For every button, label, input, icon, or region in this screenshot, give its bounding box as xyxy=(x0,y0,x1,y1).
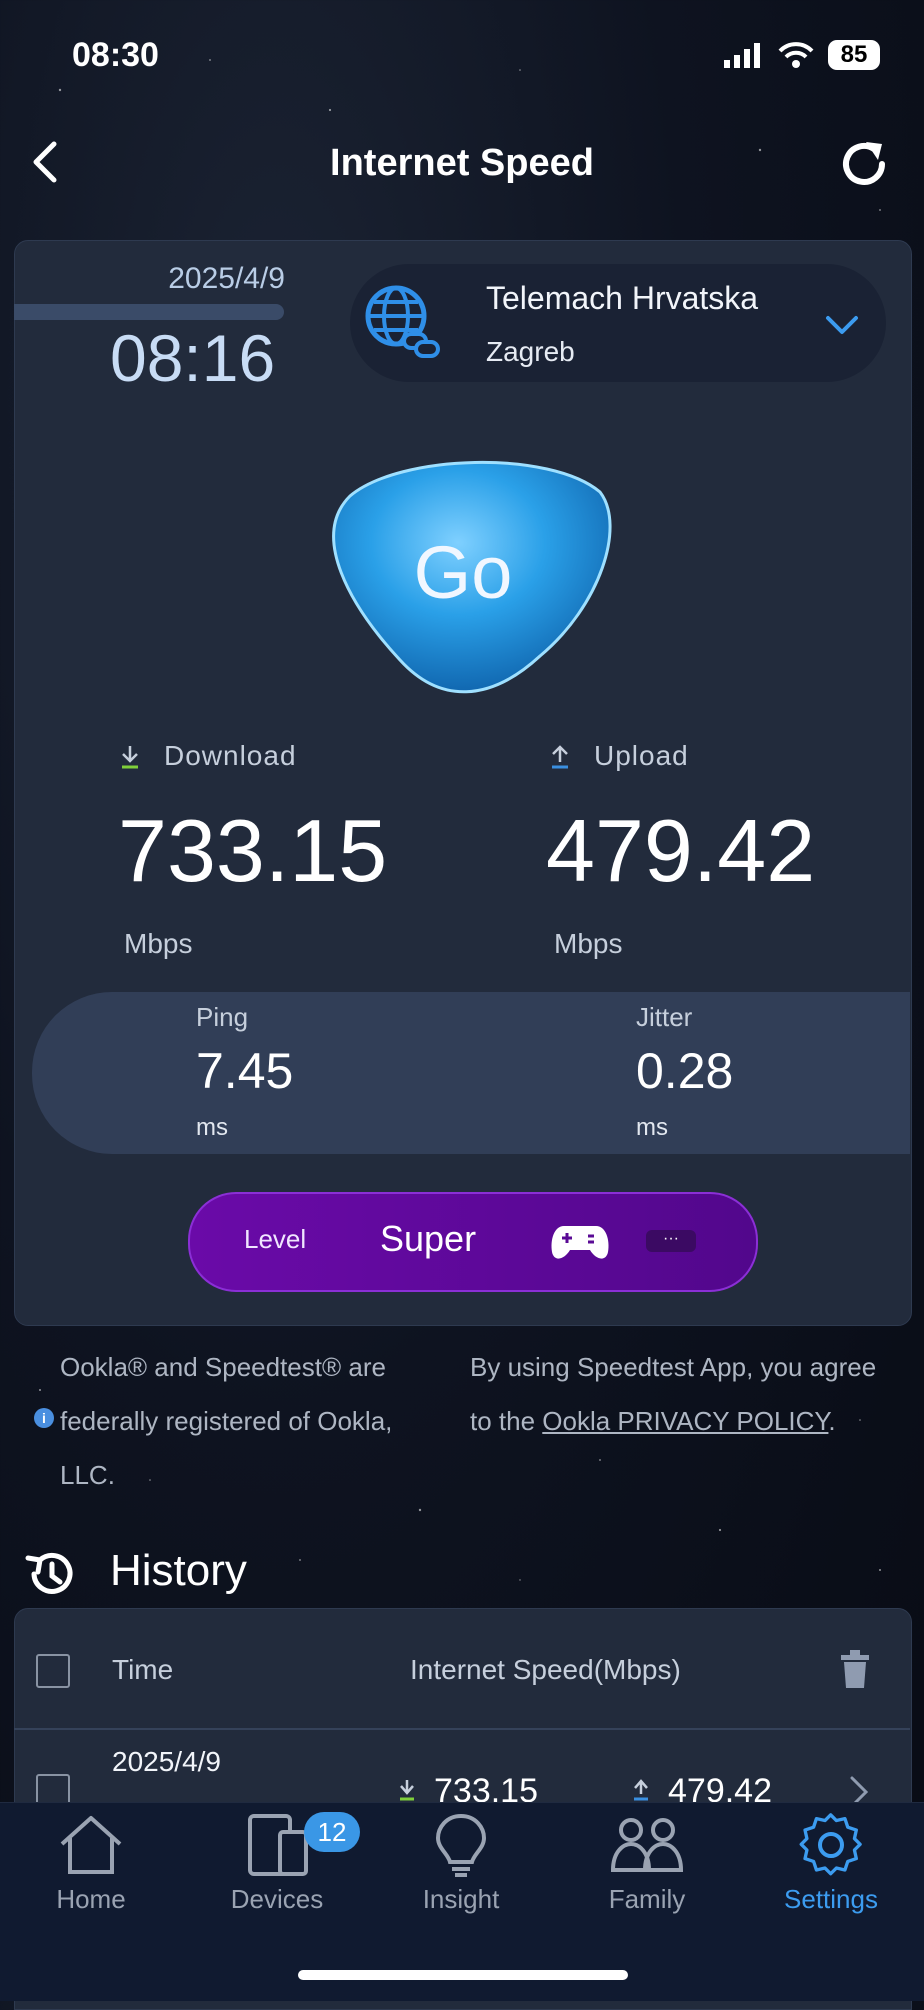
status-time: 08:30 xyxy=(72,36,159,74)
gamepad-icon xyxy=(551,1226,609,1259)
wifi-icon xyxy=(778,42,814,68)
devices-count-badge: 12 xyxy=(304,1812,360,1852)
family-icon xyxy=(610,1818,684,1872)
privacy-note-suffix: . xyxy=(828,1406,836,1436)
page-title: Internet Speed xyxy=(330,142,594,184)
download-unit: Mbps xyxy=(124,928,193,959)
test-time: 08:16 xyxy=(110,321,276,395)
upload-arrow-icon xyxy=(552,745,568,769)
status-icons: 85 xyxy=(724,40,880,70)
history-title: History xyxy=(110,1546,247,1595)
download-arrow-icon xyxy=(400,1780,414,1801)
download-arrow-icon xyxy=(122,746,138,769)
privacy-note: By using Speedtest App, you agree to the… xyxy=(470,1340,890,1448)
ookla-trademark-note: Ookla® and Speedtest® are federally regi… xyxy=(60,1352,393,1490)
jitter-unit: ms xyxy=(636,1114,668,1141)
home-icon xyxy=(60,1816,122,1874)
tab-devices-label: Devices xyxy=(230,1884,324,1914)
more-badge: ··· xyxy=(646,1230,696,1252)
jitter-value: 0.28 xyxy=(636,1043,734,1099)
select-all-checkbox[interactable] xyxy=(36,1654,70,1688)
ping-label: Ping xyxy=(196,1002,249,1032)
upload-arrow-icon xyxy=(634,1779,648,1801)
tab-settings[interactable]: Settings xyxy=(756,1812,906,1962)
gear-icon xyxy=(799,1813,862,1876)
cellular-signal-icon xyxy=(724,43,760,68)
ping-value: 7.45 xyxy=(196,1043,294,1099)
level-value: Super xyxy=(380,1218,477,1259)
tab-home-label: Home xyxy=(56,1884,126,1914)
table-header-divider xyxy=(14,1728,910,1730)
ping-unit: ms xyxy=(196,1114,228,1141)
date-divider xyxy=(14,304,284,320)
privacy-policy-link[interactable]: Ookla PRIVACY POLICY xyxy=(542,1406,828,1436)
lightbulb-icon xyxy=(435,1813,487,1877)
history-row-date: 2025/4/9 xyxy=(112,1746,221,1777)
test-date: 2025/4/9 xyxy=(168,262,285,295)
latency-panel xyxy=(32,992,910,1154)
tab-insight-label: Insight xyxy=(422,1884,500,1914)
tab-family[interactable]: Family xyxy=(572,1812,722,1962)
upload-value: 479.42 xyxy=(546,801,816,900)
server-provider: Telemach Hrvatska xyxy=(486,280,759,316)
server-city: Zagreb xyxy=(486,336,575,367)
upload-unit: Mbps xyxy=(554,928,623,959)
battery-indicator: 85 xyxy=(828,40,880,70)
devices-icon xyxy=(248,1814,308,1876)
home-indicator xyxy=(298,1970,628,1980)
upload-label: Upload xyxy=(594,740,689,771)
history-icon xyxy=(25,1552,73,1594)
download-value: 733.15 xyxy=(118,801,388,900)
tab-family-label: Family xyxy=(608,1884,686,1914)
jitter-label: Jitter xyxy=(636,1002,693,1032)
column-header-speed: Internet Speed(Mbps) xyxy=(410,1654,681,1685)
globe-link-icon xyxy=(365,285,440,358)
chevron-down-icon[interactable] xyxy=(820,310,864,340)
column-header-time: Time xyxy=(112,1654,174,1685)
tab-settings-label: Settings xyxy=(784,1884,878,1914)
go-label: Go xyxy=(413,531,513,614)
refresh-button[interactable] xyxy=(834,134,894,194)
tab-home[interactable]: Home xyxy=(16,1812,166,1962)
trash-icon[interactable] xyxy=(840,1650,870,1688)
level-label: Level xyxy=(244,1224,307,1254)
info-icon[interactable]: i xyxy=(34,1408,54,1428)
tab-insight[interactable]: Insight xyxy=(386,1812,536,1962)
speedtest-card xyxy=(14,240,912,1326)
download-label: Download xyxy=(164,740,297,771)
